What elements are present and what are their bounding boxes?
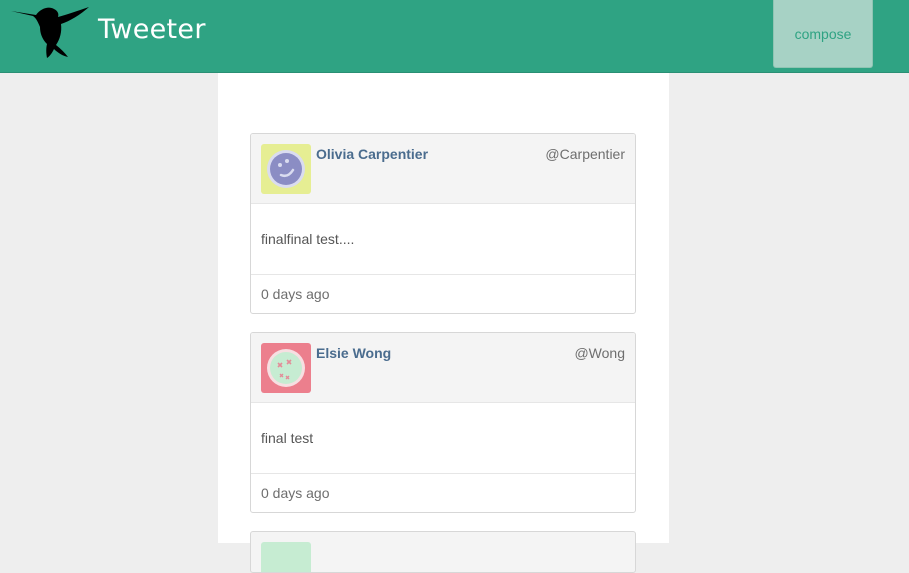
tweet-card: Olivia Carpentier @Carpentier finalfinal…	[250, 133, 636, 314]
tweet-card: Elsie Wong @Wong final test 0 days ago	[250, 332, 636, 513]
tweet-timestamp: 0 days ago	[251, 274, 635, 313]
tweet-header: Olivia Carpentier @Carpentier	[251, 134, 635, 204]
brand-title: Tweeter	[98, 14, 206, 45]
tweet-timestamp: 0 days ago	[251, 473, 635, 512]
tweet-text: finalfinal test....	[261, 231, 355, 247]
tweet-author-handle[interactable]: @Carpentier	[545, 146, 625, 162]
tweet-author-name[interactable]: Olivia Carpentier	[316, 146, 428, 162]
avatar	[261, 144, 311, 194]
tweet-header: Elsie Wong @Wong	[251, 333, 635, 403]
avatar	[261, 542, 311, 572]
hummingbird-icon[interactable]	[10, 2, 90, 60]
face-avatar-icon	[261, 343, 311, 393]
compose-button[interactable]: compose	[773, 0, 873, 68]
avatar	[261, 343, 311, 393]
tweet-card	[250, 531, 636, 573]
tweet-text: final test	[261, 430, 314, 446]
face-avatar-icon	[261, 144, 311, 194]
tweet-author-name[interactable]: Elsie Wong	[316, 345, 391, 361]
tweet-feed: Olivia Carpentier @Carpentier finalfinal…	[218, 73, 669, 573]
tweet-author-handle[interactable]: @Wong	[574, 345, 625, 361]
navbar: Tweeter compose	[0, 0, 909, 73]
